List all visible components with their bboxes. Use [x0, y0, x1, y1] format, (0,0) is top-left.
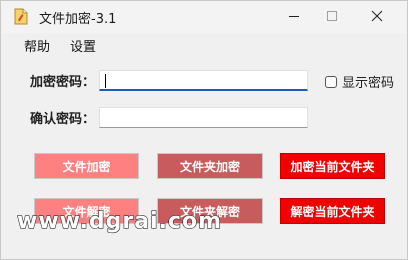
encrypt-file-button[interactable]: 文件加密: [34, 153, 139, 179]
close-icon: [371, 7, 383, 26]
show-password-toggle[interactable]: 显示密码: [325, 72, 394, 91]
encrypt-current-folder-button[interactable]: 加密当前文件夹: [280, 153, 385, 179]
app-file-icon: [14, 8, 28, 25]
app-window: 文件加密-3.1 帮助 设置 加密密码： 显示密码 确认密码： 文件加密 文件夹…: [0, 0, 408, 260]
minimize-icon: [288, 7, 300, 26]
watermark-text: www.dgrai.com: [16, 208, 223, 234]
encrypt-folder-button[interactable]: 文件夹加密: [157, 153, 263, 179]
text-caret: [105, 74, 106, 88]
title-bar: 文件加密-3.1: [1, 1, 407, 33]
password-input[interactable]: [99, 70, 308, 91]
confirm-password-label: 确认密码：: [30, 112, 96, 127]
decrypt-current-folder-button[interactable]: 解密当前文件夹: [280, 198, 385, 224]
window-title: 文件加密-3.1: [39, 12, 117, 27]
confirm-password-input[interactable]: [99, 107, 308, 128]
show-password-checkbox[interactable]: [325, 75, 337, 88]
close-button[interactable]: [354, 1, 400, 31]
menu-bar: 帮助 设置: [1, 33, 407, 55]
show-password-label: 显示密码: [342, 76, 395, 91]
password-label: 加密密码：: [30, 75, 96, 90]
maximize-icon: [326, 7, 338, 26]
maximize-button[interactable]: [309, 1, 355, 31]
menu-help[interactable]: 帮助: [23, 36, 51, 55]
menu-settings[interactable]: 设置: [69, 36, 97, 55]
